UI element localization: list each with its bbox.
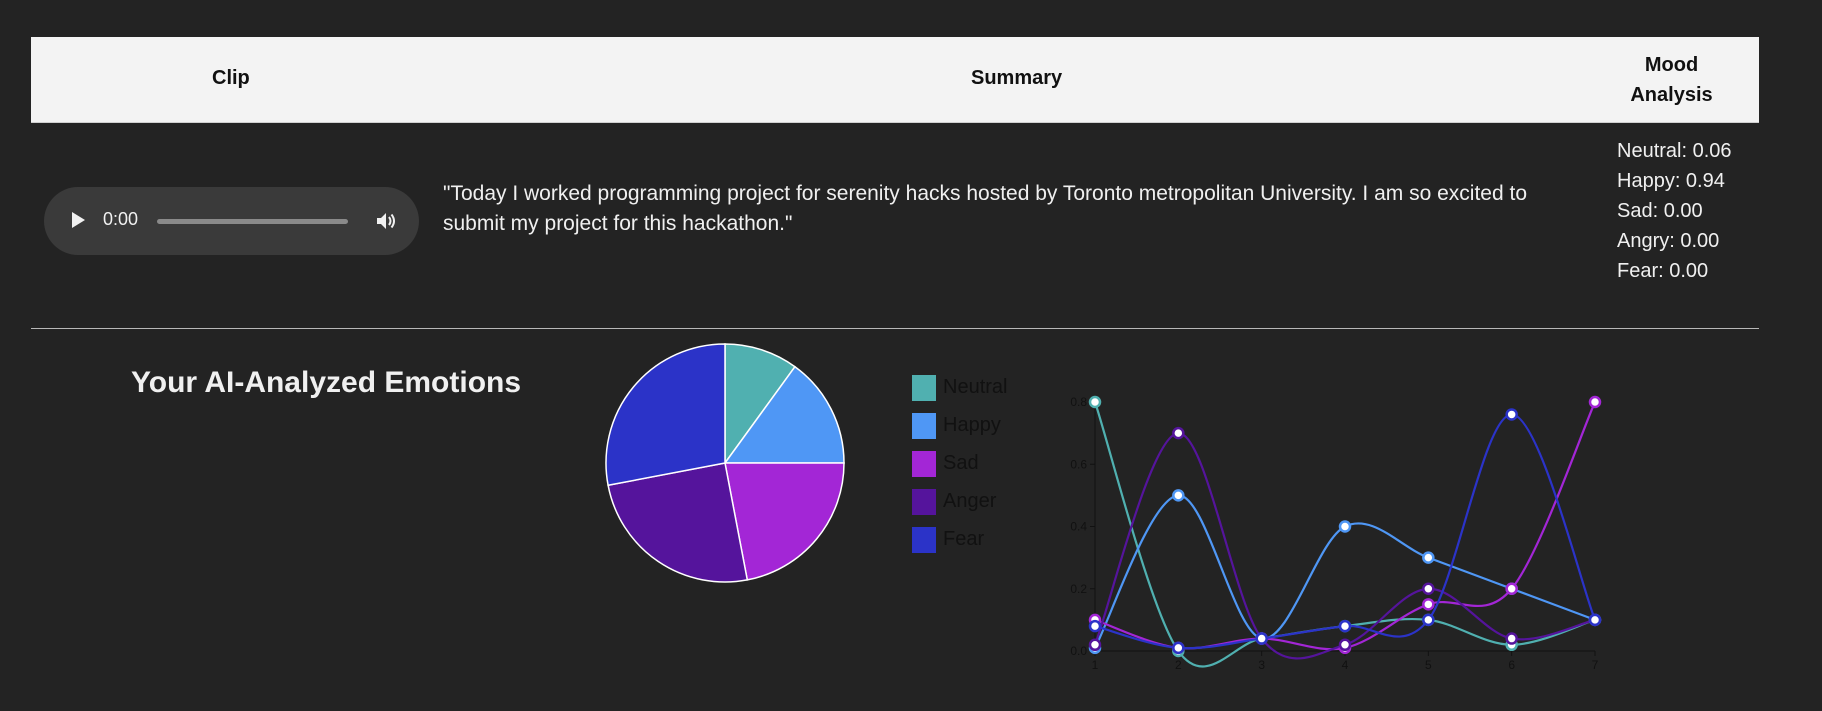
legend-swatch-sad xyxy=(912,451,936,477)
audio-player[interactable]: 0:00 xyxy=(44,187,419,255)
data-point-anger xyxy=(1505,632,1518,645)
legend-label-sad: Sad xyxy=(943,452,979,474)
legend-swatch-neutral xyxy=(912,375,936,401)
y-tick-label: 0.2 xyxy=(1070,582,1087,596)
y-tick-label: 0.8 xyxy=(1070,395,1087,409)
audio-time: 0:00 xyxy=(103,209,139,229)
legend-label-happy: Happy xyxy=(943,414,1001,436)
data-point-neutral xyxy=(1088,395,1102,409)
x-tick-label: 3 xyxy=(1258,658,1265,672)
x-tick-label: 7 xyxy=(1592,658,1599,672)
data-point-sad xyxy=(1505,582,1518,595)
data-point-sad xyxy=(1588,395,1602,409)
legend-swatch-anger xyxy=(912,489,936,515)
column-header-mood-line1: Mood xyxy=(1644,54,1699,76)
column-header-mood-line2: Analysis xyxy=(1630,84,1713,106)
data-point-fear xyxy=(1422,613,1435,627)
data-point-anger xyxy=(1088,638,1102,652)
x-tick-label: 5 xyxy=(1425,658,1432,672)
data-point-sad xyxy=(1422,598,1435,611)
data-point-fear xyxy=(1588,613,1602,627)
mood-analysis-list: Neutral: 0.06 Happy: 0.94 Sad: 0.00 Angr… xyxy=(1617,136,1732,286)
data-point-anger xyxy=(1422,582,1435,595)
mood-fear: Fear: 0.00 xyxy=(1617,260,1709,282)
mood-sad: Sad: 0.00 xyxy=(1617,200,1703,222)
audio-progress-bar[interactable] xyxy=(157,219,348,224)
legend-label-anger: Anger xyxy=(943,490,997,512)
x-tick-label: 4 xyxy=(1342,658,1349,672)
data-point-happy xyxy=(1338,520,1352,533)
data-point-fear xyxy=(1505,408,1518,421)
column-header-summary: Summary xyxy=(971,67,1063,89)
data-point-anger xyxy=(1338,638,1352,652)
data-point-happy xyxy=(1172,489,1185,502)
y-tick-label: 0.4 xyxy=(1070,520,1087,534)
data-point-fear xyxy=(1172,641,1185,655)
x-tick-label: 6 xyxy=(1508,658,1515,672)
x-tick-label: 1 xyxy=(1092,658,1099,672)
section-divider xyxy=(31,328,1759,329)
clip-summary-text: "Today I worked programming project for … xyxy=(443,182,1528,235)
legend-swatch-happy xyxy=(912,413,936,439)
y-tick-label: 0.0 xyxy=(1070,644,1087,658)
column-header-clip: Clip xyxy=(212,67,250,89)
data-point-fear xyxy=(1338,619,1352,633)
emotion-line-chart: 0.0 0.2 0.4 0.6 0.8 1 2 3 4 5 6 7 xyxy=(1070,395,1602,672)
pie-slice-fear xyxy=(605,343,726,487)
legend-label-fear: Fear xyxy=(943,528,985,550)
y-tick-label: 0.6 xyxy=(1070,457,1087,471)
data-point-fear xyxy=(1088,619,1102,633)
table-header: Clip Summary Mood Analysis xyxy=(31,37,1759,123)
legend-swatch-fear xyxy=(912,527,936,553)
data-point-fear xyxy=(1255,632,1268,645)
data-point-anger xyxy=(1172,426,1185,440)
mood-happy: Happy: 0.94 xyxy=(1617,170,1725,192)
emotions-section-title: Your AI-Analyzed Emotions xyxy=(131,366,522,399)
data-point-happy xyxy=(1422,551,1435,564)
emotion-pie-chart xyxy=(605,343,845,583)
column-header-mood-analysis: Mood Analysis xyxy=(1629,50,1714,110)
play-icon[interactable] xyxy=(72,212,85,228)
volume-icon[interactable] xyxy=(374,209,398,233)
mood-neutral: Neutral: 0.06 xyxy=(1617,140,1732,162)
x-tick-label: 2 xyxy=(1175,658,1182,672)
mood-angry: Angry: 0.00 xyxy=(1617,230,1720,252)
legend-label-neutral: Neutral xyxy=(943,376,1008,398)
